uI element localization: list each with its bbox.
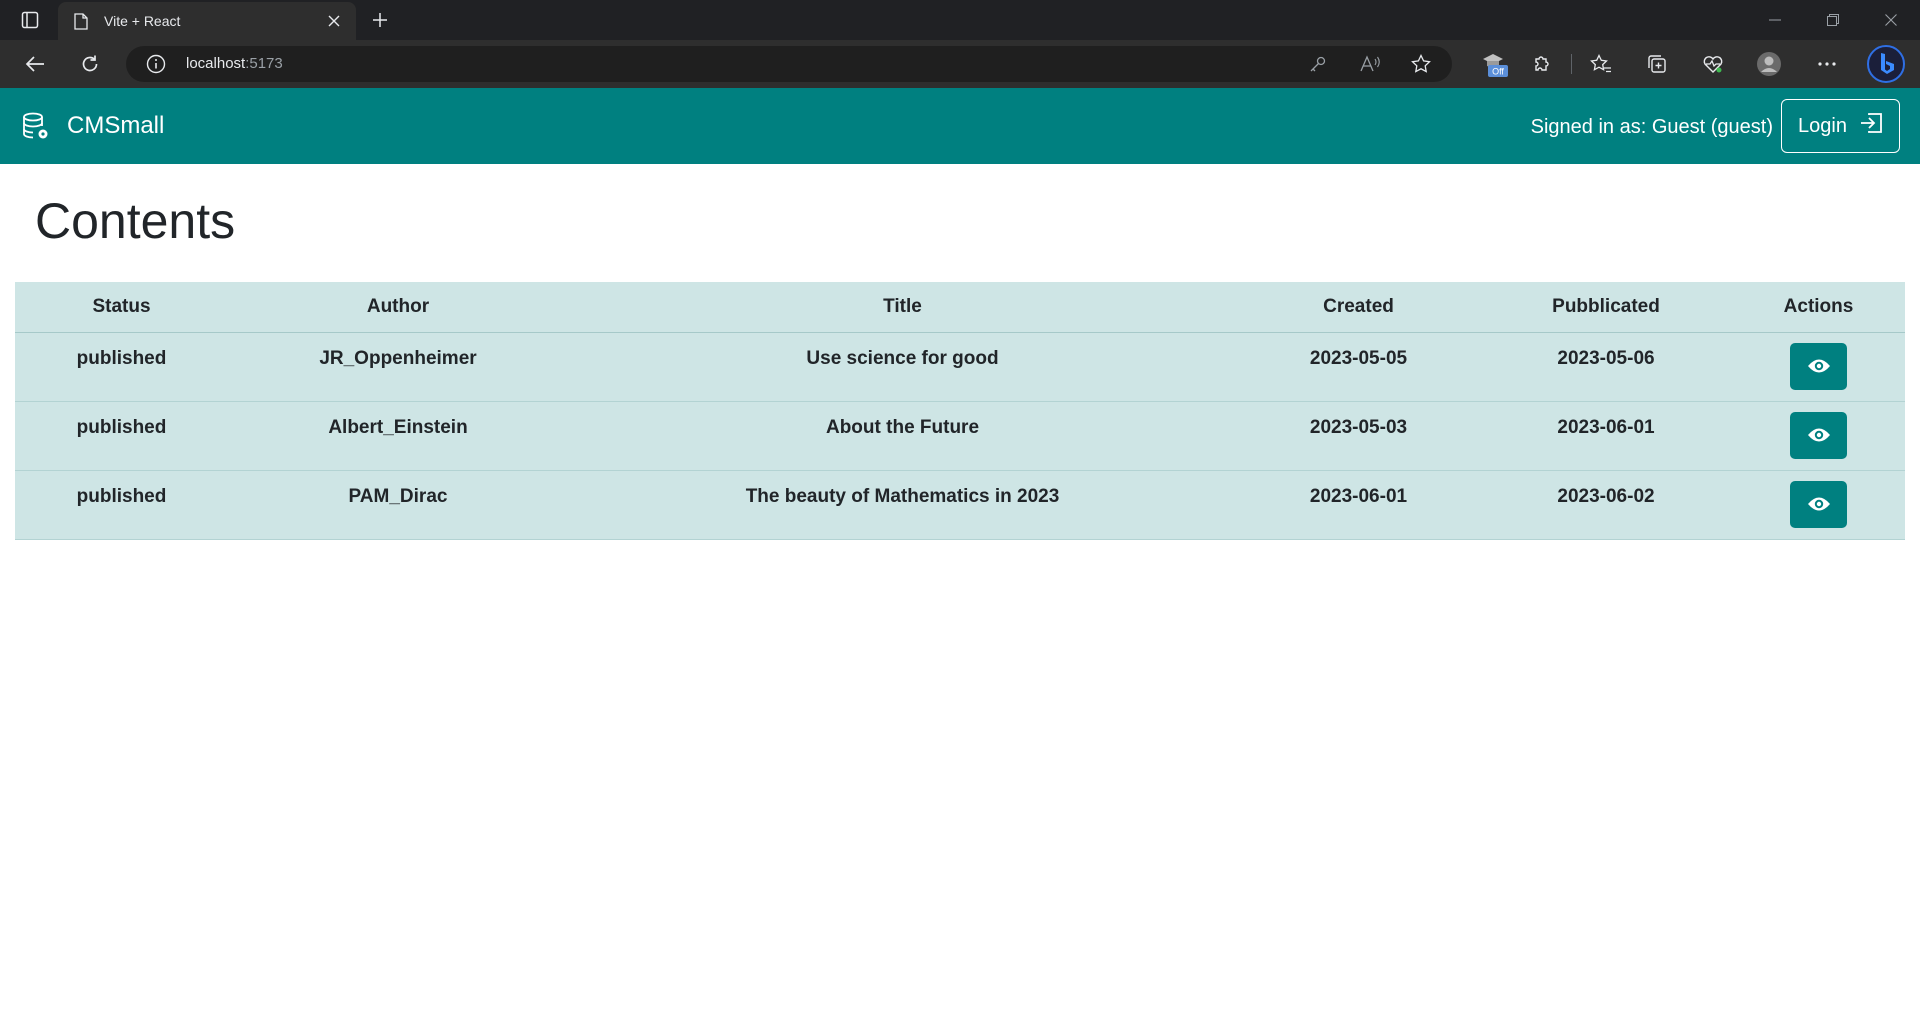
- profile-avatar[interactable]: [1752, 48, 1786, 80]
- view-button[interactable]: [1790, 411, 1847, 459]
- login-icon: [1859, 112, 1883, 140]
- address-bar[interactable]: localhost:5173: [126, 46, 1452, 82]
- browser-tab-bar: Vite + React: [0, 0, 1920, 40]
- cell-author: PAM_Dirac: [348, 485, 448, 507]
- page-title: Contents: [35, 193, 236, 249]
- site-info-icon[interactable]: [146, 54, 166, 74]
- cell-actions: [1732, 332, 1905, 401]
- cell-published: 2023-06-02: [1557, 485, 1655, 507]
- cell-title: About the Future: [825, 416, 980, 438]
- toolbar-separator: [1571, 54, 1572, 74]
- url-host: localhost: [186, 55, 246, 72]
- eye-icon: [1807, 428, 1830, 442]
- tab-actions-icon[interactable]: [14, 8, 46, 32]
- cell-author: Albert_Einstein: [328, 416, 468, 438]
- header-title: Title: [568, 282, 1237, 333]
- cell-actions: [1732, 401, 1905, 470]
- database-gear-icon: [22, 112, 50, 142]
- favorites-icon[interactable]: [1584, 48, 1618, 80]
- brand-name[interactable]: CMSmall: [67, 112, 164, 140]
- favorite-star-icon[interactable]: [1409, 52, 1433, 76]
- header-actions: Actions: [1732, 282, 1905, 333]
- cell-title: Use science for good: [806, 347, 999, 369]
- header-created: Created: [1237, 282, 1480, 333]
- collections-icon[interactable]: [1640, 48, 1674, 80]
- extension-off-icon[interactable]: Off: [1474, 48, 1514, 80]
- extension-badge: Off: [1492, 67, 1504, 77]
- tab-title: Vite + React: [104, 13, 181, 29]
- cell-author: JR_Oppenheimer: [319, 347, 477, 369]
- cell-created: 2023-05-03: [1309, 416, 1408, 438]
- table-row: published PAM_Dirac The beauty of Mathem…: [15, 470, 1905, 539]
- table-row: published Albert_Einstein About the Futu…: [15, 401, 1905, 470]
- url-port: :5173: [245, 55, 283, 72]
- view-button[interactable]: [1790, 480, 1847, 528]
- signed-in-status: Signed in as: Guest (guest): [1530, 116, 1773, 138]
- header-pubblicated: Pubblicated: [1480, 282, 1732, 333]
- new-tab-button[interactable]: [366, 6, 394, 34]
- header-status: Status: [15, 282, 228, 333]
- contents-table: Status Author Title Created Pubblicated …: [15, 282, 1905, 540]
- cell-published: 2023-05-06: [1557, 347, 1655, 369]
- cell-created: 2023-05-05: [1309, 347, 1408, 369]
- url-text: localhost:5173: [186, 55, 283, 72]
- cell-published: 2023-06-01: [1557, 416, 1655, 438]
- login-button[interactable]: Login: [1781, 99, 1900, 153]
- read-aloud-icon[interactable]: [1358, 52, 1382, 76]
- eye-icon: [1807, 497, 1830, 511]
- cell-created: 2023-06-01: [1309, 485, 1408, 507]
- restore-icon[interactable]: [1810, 4, 1856, 36]
- browser-essentials-icon[interactable]: [1696, 48, 1730, 80]
- page-icon: [74, 12, 90, 30]
- cell-status: published: [76, 347, 167, 369]
- cell-status: published: [76, 416, 167, 438]
- key-icon[interactable]: [1306, 52, 1330, 76]
- header-author: Author: [228, 282, 568, 333]
- copilot-icon[interactable]: [1866, 44, 1906, 84]
- cell-status: published: [76, 485, 167, 507]
- app-navbar: CMSmall Signed in as: Guest (guest) Logi…: [0, 88, 1920, 164]
- table-row: published JR_Oppenheimer Use science for…: [15, 332, 1905, 401]
- back-icon[interactable]: [18, 48, 52, 80]
- close-tab-icon[interactable]: [320, 7, 348, 35]
- view-button[interactable]: [1790, 342, 1847, 390]
- login-label: Login: [1798, 114, 1847, 137]
- reload-icon[interactable]: [73, 48, 107, 80]
- eye-icon: [1807, 359, 1830, 373]
- table-header-row: Status Author Title Created Pubblicated …: [15, 282, 1905, 333]
- cell-title: The beauty of Mathematics in 2023: [745, 485, 1060, 507]
- minimize-icon[interactable]: [1752, 4, 1798, 36]
- browser-tab[interactable]: Vite + React: [58, 2, 356, 40]
- more-options-icon[interactable]: [1810, 48, 1844, 80]
- extensions-icon[interactable]: [1525, 48, 1559, 80]
- cell-actions: [1732, 470, 1905, 539]
- browser-toolbar: localhost:5173 Off: [0, 40, 1920, 88]
- close-window-icon[interactable]: [1868, 4, 1914, 36]
